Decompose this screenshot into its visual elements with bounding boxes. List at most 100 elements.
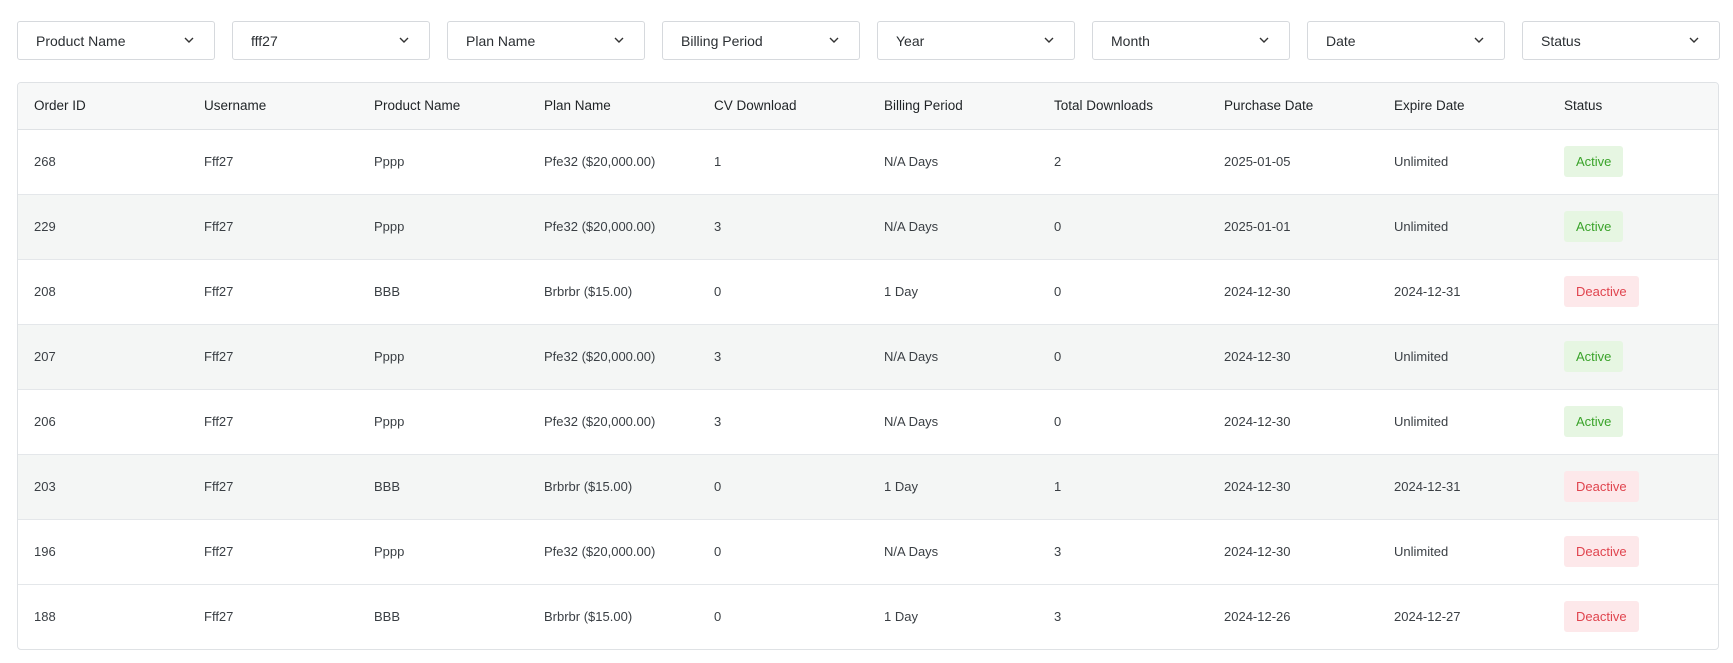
purchase-date-cell: 2024-12-30 <box>1224 544 1291 559</box>
billing-period-filter[interactable]: Billing Period <box>662 21 860 60</box>
table-row[interactable]: 268 Fff27 Pppp Pfe32 ($20,000.00) 1 N/A … <box>18 129 1718 194</box>
username-cell: Fff27 <box>204 544 234 559</box>
product-cell: Pppp <box>374 414 405 429</box>
total-downloads-cell: 3 <box>1054 544 1062 559</box>
cv-download-cell: 0 <box>714 609 722 625</box>
order-id-cell: 203 <box>34 479 56 494</box>
column-header-order-id: Order ID <box>18 83 188 130</box>
expire-date-cell: 2024-12-31 <box>1394 479 1461 494</box>
purchase-date-cell: 2025-01-01 <box>1224 219 1291 234</box>
expire-date-cell: Unlimited <box>1394 349 1449 364</box>
date-filter[interactable]: Date <box>1307 21 1505 60</box>
plan-cell: Pfe32 ($20,000.00) <box>544 154 656 169</box>
month-filter[interactable]: Month <box>1092 21 1290 60</box>
cv-download-cell: 3 <box>714 349 722 364</box>
status-badge: Active <box>1564 211 1624 242</box>
column-header-billing-period: Billing Period <box>868 83 1038 130</box>
filter-label: Year <box>896 32 925 49</box>
billing-cell: 1 Day <box>884 284 918 299</box>
status-cell: Active <box>1548 324 1718 389</box>
plan-cell: Brbrbr ($15.00) <box>544 284 633 299</box>
table-row[interactable]: 188 Fff27 BBB Brbrbr ($15.00) 0 1 Day 3 … <box>18 584 1718 649</box>
expire-date-cell: Unlimited <box>1394 544 1449 559</box>
product-cell: Pppp <box>374 219 405 234</box>
table-row[interactable]: 208 Fff27 BBB Brbrbr ($15.00) 0 1 Day 0 … <box>18 259 1718 324</box>
cv-download-cell: 3 <box>714 219 722 234</box>
product-name-filter[interactable]: Product Name <box>17 21 215 60</box>
filter-label: Plan Name <box>466 32 536 49</box>
status-badge: Deactive <box>1564 276 1639 307</box>
filter-label: Date <box>1326 32 1356 49</box>
expire-date-cell: Unlimited <box>1394 414 1449 429</box>
chevron-down-icon <box>614 37 624 43</box>
order-id-cell: 207 <box>34 349 56 364</box>
status-badge: Active <box>1564 146 1624 177</box>
status-cell: Active <box>1548 194 1718 259</box>
status-cell: Deactive <box>1548 584 1718 649</box>
column-header-expire-date: Expire Date <box>1378 83 1548 130</box>
plan-cell: Pfe32 ($20,000.00) <box>544 219 656 234</box>
status-cell: Deactive <box>1548 259 1718 324</box>
table-row[interactable]: 203 Fff27 BBB Brbrbr ($15.00) 0 1 Day 1 … <box>18 454 1718 519</box>
purchase-date-cell: 2024-12-30 <box>1224 414 1291 429</box>
billing-cell: N/A Days <box>884 544 939 559</box>
expire-date-cell: 2024-12-27 <box>1394 609 1461 625</box>
username-filter[interactable]: fff27 <box>232 21 430 60</box>
username-cell: Fff27 <box>204 154 234 169</box>
product-cell: Pppp <box>374 154 405 169</box>
column-header-username: Username <box>188 83 358 130</box>
total-downloads-cell: 0 <box>1054 284 1062 299</box>
cv-download-cell: 0 <box>714 544 722 559</box>
table-row[interactable]: 196 Fff27 Pppp Pfe32 ($20,000.00) 0 N/A … <box>18 519 1718 584</box>
expire-date-cell: Unlimited <box>1394 154 1449 169</box>
column-header-status: Status <box>1548 83 1718 130</box>
plan-cell: Brbrbr ($15.00) <box>544 609 633 625</box>
order-id-cell: 229 <box>34 219 56 234</box>
username-cell: Fff27 <box>204 414 234 429</box>
chevron-down-icon <box>1689 37 1699 43</box>
total-downloads-cell: 3 <box>1054 609 1062 625</box>
cv-download-cell: 0 <box>714 284 722 299</box>
username-cell: Fff27 <box>204 479 234 494</box>
plan-name-filter[interactable]: Plan Name <box>447 21 645 60</box>
product-cell: BBB <box>374 479 401 494</box>
product-cell: BBB <box>374 609 401 625</box>
chevron-down-icon <box>1474 37 1484 43</box>
orders-table: Order ID Username Product Name Plan Name… <box>18 83 1718 649</box>
table-row[interactable]: 229 Fff27 Pppp Pfe32 ($20,000.00) 3 N/A … <box>18 194 1718 259</box>
table-row[interactable]: 207 Fff27 Pppp Pfe32 ($20,000.00) 3 N/A … <box>18 324 1718 389</box>
product-cell: Pppp <box>374 349 405 364</box>
table-row[interactable]: 206 Fff27 Pppp Pfe32 ($20,000.00) 3 N/A … <box>18 389 1718 454</box>
column-header-purchase-date: Purchase Date <box>1208 83 1378 130</box>
plan-cell: Pfe32 ($20,000.00) <box>544 349 656 364</box>
table-header-row: Order ID Username Product Name Plan Name… <box>18 83 1718 130</box>
cv-download-cell: 0 <box>714 479 722 494</box>
plan-cell: Brbrbr ($15.00) <box>544 479 633 494</box>
status-badge: Deactive <box>1564 601 1639 633</box>
filter-label: Billing Period <box>681 32 763 49</box>
filter-label: fff27 <box>251 32 278 49</box>
username-cell: Fff27 <box>204 219 234 234</box>
billing-cell: 1 Day <box>884 479 918 494</box>
filter-label: Month <box>1111 32 1150 49</box>
cv-download-cell: 1 <box>714 154 722 169</box>
product-cell: BBB <box>374 284 401 299</box>
status-filter[interactable]: Status <box>1522 21 1720 60</box>
total-downloads-cell: 0 <box>1054 414 1062 429</box>
status-cell: Active <box>1548 389 1718 454</box>
status-cell: Active <box>1548 129 1718 194</box>
status-cell: Deactive <box>1548 454 1718 519</box>
total-downloads-cell: 0 <box>1054 349 1062 364</box>
username-cell: Fff27 <box>204 609 234 625</box>
column-header-product-name: Product Name <box>358 83 528 130</box>
plan-cell: Pfe32 ($20,000.00) <box>544 414 656 429</box>
purchase-date-cell: 2024-12-30 <box>1224 349 1291 364</box>
column-header-cv-download: CV Download <box>698 83 868 130</box>
cv-download-cell: 3 <box>714 414 722 429</box>
orders-table-container: Order ID Username Product Name Plan Name… <box>17 82 1719 650</box>
purchase-date-cell: 2025-01-05 <box>1224 154 1291 169</box>
year-filter[interactable]: Year <box>877 21 1075 60</box>
order-id-cell: 268 <box>34 154 56 169</box>
username-cell: Fff27 <box>204 284 234 299</box>
expire-date-cell: Unlimited <box>1394 219 1449 234</box>
